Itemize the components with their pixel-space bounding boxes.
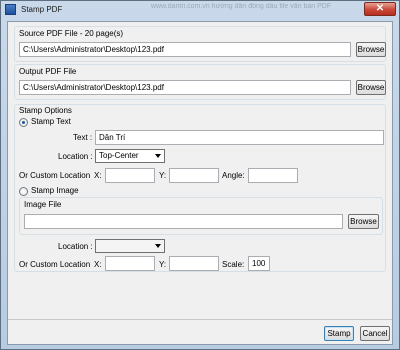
stamp-text-radio[interactable] xyxy=(19,118,28,127)
close-button[interactable]: ✕ xyxy=(364,2,396,16)
stamp-pdf-dialog: Stamp PDF www.dantri.com.vn hướng dẫn đó… xyxy=(0,0,400,350)
text-y-label: Y: xyxy=(159,171,167,180)
stamp-text-label: Stamp Text xyxy=(31,117,71,126)
stamp-text-input[interactable]: Dân Trí xyxy=(95,130,384,145)
image-file-input[interactable] xyxy=(24,214,343,229)
stamp-options-label: Stamp Options xyxy=(19,106,72,115)
image-file-group: Image File Browse xyxy=(19,197,383,235)
window-title: Stamp PDF xyxy=(21,5,63,14)
output-label: Output PDF File xyxy=(19,67,77,76)
stamp-button[interactable]: Stamp xyxy=(324,326,354,341)
image-custom-location-label: Or Custom Location xyxy=(19,260,91,269)
image-x-input[interactable] xyxy=(105,256,155,271)
source-group: Source PDF File - 20 page(s) C:\Users\Ad… xyxy=(14,26,386,62)
chevron-down-icon xyxy=(155,244,161,248)
output-path-field[interactable]: C:\Users\Administrator\Desktop\123.pdf xyxy=(19,80,351,95)
background-window-text: www.dantri.com.vn hướng dẫn đóng dấu fil… xyxy=(151,3,332,10)
stamp-image-label: Stamp Image xyxy=(31,186,79,195)
source-label: Source PDF File - 20 page(s) xyxy=(19,29,124,38)
chevron-down-icon xyxy=(155,154,161,158)
image-y-label: Y: xyxy=(159,260,167,269)
scale-input[interactable]: 100 xyxy=(248,256,270,271)
app-icon xyxy=(5,4,16,15)
scale-label: Scale: xyxy=(222,260,245,269)
button-bar: Stamp Cancel xyxy=(8,319,392,345)
text-x-input[interactable] xyxy=(105,168,155,183)
cancel-button[interactable]: Cancel xyxy=(360,326,390,341)
image-browse-button[interactable]: Browse xyxy=(348,214,379,229)
title-bar: Stamp PDF www.dantri.com.vn hướng dẫn đó… xyxy=(1,1,399,19)
source-browse-button[interactable]: Browse xyxy=(356,42,386,57)
text-location-value: Top-Center xyxy=(99,151,139,160)
image-x-label: X: xyxy=(94,260,102,269)
image-file-label: Image File xyxy=(24,200,62,209)
output-group: Output PDF File C:\Users\Administrator\D… xyxy=(14,64,386,100)
image-location-label: Location : xyxy=(58,242,93,251)
text-label: Text : xyxy=(73,133,93,142)
angle-input[interactable] xyxy=(248,168,298,183)
angle-label: Angle: xyxy=(222,171,245,180)
image-location-select[interactable] xyxy=(95,239,165,253)
text-y-input[interactable] xyxy=(169,168,219,183)
stamp-image-radio[interactable] xyxy=(19,187,28,196)
image-y-input[interactable] xyxy=(169,256,219,271)
text-x-label: X: xyxy=(94,171,102,180)
text-location-select[interactable]: Top-Center xyxy=(95,149,165,163)
stamp-options-group: Stamp Options Stamp Text Text : Dân Trí … xyxy=(14,104,386,272)
text-location-label: Location : xyxy=(58,152,93,161)
text-custom-location-label: Or Custom Location xyxy=(19,171,91,180)
dialog-body: Source PDF File - 20 page(s) C:\Users\Ad… xyxy=(7,21,393,345)
source-path-field[interactable]: C:\Users\Administrator\Desktop\123.pdf xyxy=(19,42,351,57)
output-browse-button[interactable]: Browse xyxy=(356,80,386,95)
